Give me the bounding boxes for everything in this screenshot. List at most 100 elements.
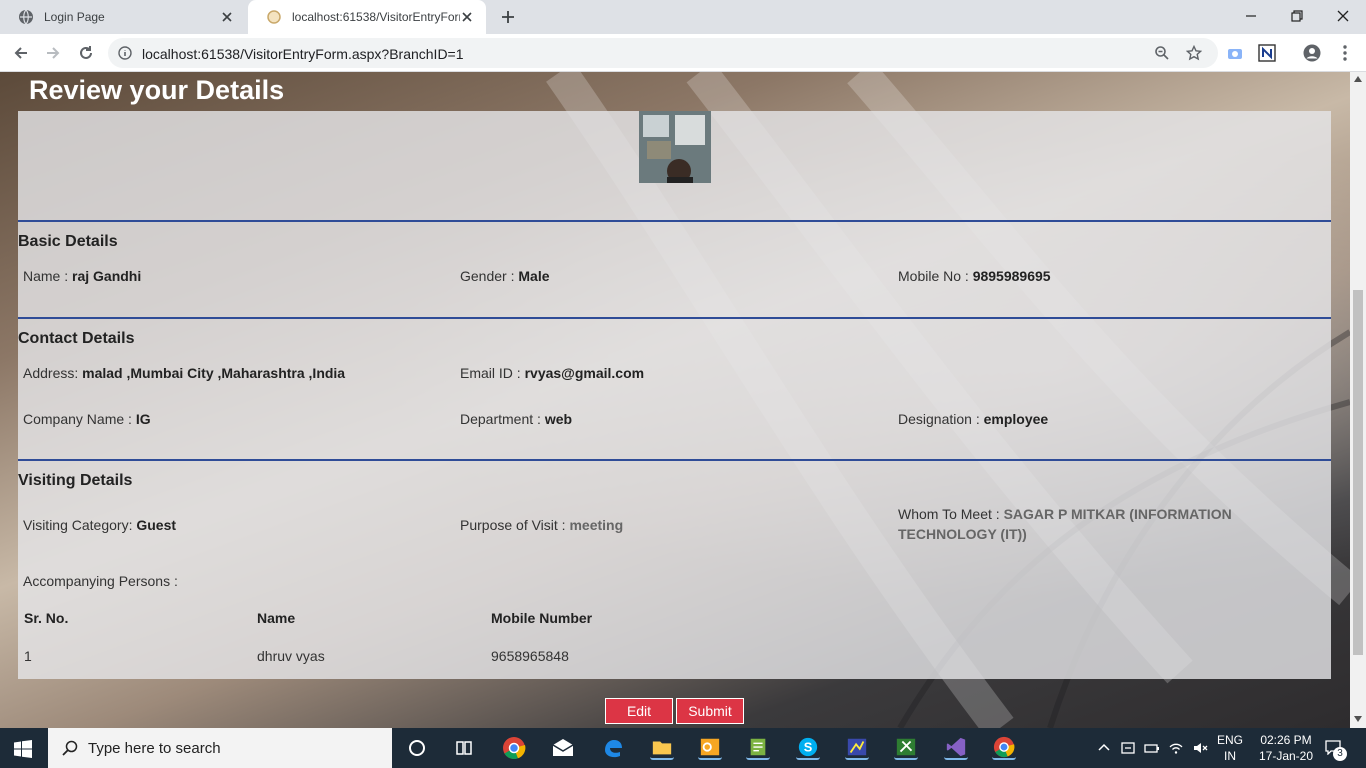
page-viewport: Review your Details Basic Details Name :… bbox=[0, 72, 1350, 728]
forward-icon[interactable] bbox=[44, 44, 62, 62]
page-scrollbar[interactable] bbox=[1350, 72, 1366, 728]
svg-text:S: S bbox=[804, 740, 813, 755]
name-value: raj Gandhi bbox=[72, 268, 142, 284]
visitor-photo-image bbox=[639, 111, 711, 183]
minimize-icon[interactable] bbox=[1243, 8, 1259, 24]
table-cell-name: dhruv vyas bbox=[257, 648, 325, 664]
new-tab-icon[interactable] bbox=[500, 9, 516, 25]
tab-visitor-entry-form[interactable]: localhost:61538/VisitorEntryForm bbox=[248, 0, 486, 34]
section-divider bbox=[18, 317, 1331, 319]
back-icon[interactable] bbox=[12, 44, 30, 62]
speaker-muted-icon[interactable] bbox=[1192, 740, 1208, 756]
paint-icon[interactable] bbox=[845, 736, 869, 760]
taskbar-search[interactable]: Type here to search bbox=[48, 728, 392, 768]
tab-login-page[interactable]: Login Page bbox=[0, 0, 246, 34]
address-bar[interactable]: localhost:61538/VisitorEntryForm.aspx?Br… bbox=[108, 38, 1218, 68]
designation-value: employee bbox=[983, 411, 1049, 427]
clock-time: 02:26 PM bbox=[1260, 733, 1312, 747]
close-window-icon[interactable] bbox=[1335, 8, 1351, 24]
gender-value: Male bbox=[518, 268, 550, 284]
email-label: Email ID : bbox=[460, 365, 525, 381]
department-field: Department : web bbox=[460, 411, 572, 427]
scroll-up-arrow-icon[interactable] bbox=[1354, 76, 1362, 82]
company-value: IG bbox=[135, 411, 151, 427]
mobile-value: 9895989695 bbox=[972, 268, 1051, 284]
designation-field: Designation : employee bbox=[898, 411, 1048, 427]
tab-title: localhost:61538/VisitorEntryForm bbox=[292, 10, 460, 24]
address-label: Address: bbox=[23, 365, 83, 381]
purpose-label: Purpose of Visit : bbox=[460, 517, 570, 533]
address-value: malad ,Mumbai City ,Maharashtra ,India bbox=[82, 365, 346, 381]
clock-date: 17-Jan-20 bbox=[1258, 749, 1314, 763]
bookmark-star-icon[interactable] bbox=[1186, 45, 1202, 61]
language-code: ENG bbox=[1216, 733, 1243, 747]
restore-icon[interactable] bbox=[1289, 8, 1305, 24]
notifications-count-badge: 3 bbox=[1333, 747, 1347, 761]
extension-n-icon[interactable] bbox=[1258, 44, 1276, 62]
email-value: rvyas@gmail.com bbox=[524, 365, 645, 381]
windows-start-icon[interactable] bbox=[14, 740, 32, 758]
edge-icon[interactable] bbox=[601, 736, 625, 760]
visiting-category-field: Visiting Category: Guest bbox=[23, 517, 176, 533]
notepad-icon[interactable] bbox=[746, 736, 770, 760]
purpose-value: meeting bbox=[569, 517, 624, 533]
col-header-name: Name bbox=[257, 610, 296, 626]
visiting-details-heading: Visiting Details bbox=[18, 472, 133, 489]
cortana-icon[interactable] bbox=[405, 736, 429, 760]
file-explorer-icon[interactable] bbox=[650, 736, 674, 760]
browser-toolbar: localhost:61538/VisitorEntryForm.aspx?Br… bbox=[0, 34, 1366, 72]
language-indicator[interactable]: ENG IN bbox=[1212, 732, 1248, 764]
department-label: Department : bbox=[460, 411, 545, 427]
search-icon bbox=[62, 740, 78, 756]
search-placeholder: Type here to search bbox=[88, 740, 221, 757]
visiting-category-value: Guest bbox=[136, 517, 177, 533]
basic-details-heading: Basic Details bbox=[18, 233, 118, 250]
loading-favicon-icon bbox=[267, 10, 281, 24]
reload-icon[interactable] bbox=[77, 44, 95, 62]
battery-icon[interactable] bbox=[1144, 740, 1160, 756]
security-center-icon[interactable] bbox=[1120, 740, 1136, 756]
clock[interactable]: 02:26 PM 17-Jan-20 bbox=[1254, 732, 1318, 764]
name-label: Name : bbox=[23, 268, 73, 284]
visual-studio-icon[interactable] bbox=[944, 736, 968, 760]
scrollbar-thumb[interactable] bbox=[1353, 290, 1363, 655]
whom-to-meet-label: Whom To Meet : bbox=[898, 506, 1004, 522]
department-value: web bbox=[544, 411, 573, 427]
profile-icon[interactable] bbox=[1303, 44, 1321, 62]
purpose-field: Purpose of Visit : meeting bbox=[460, 517, 623, 533]
globe-icon bbox=[19, 9, 33, 25]
edit-button[interactable]: Edit bbox=[605, 698, 673, 724]
outlook-icon[interactable] bbox=[698, 736, 722, 760]
skype-icon[interactable]: S bbox=[796, 736, 820, 760]
chrome-active-icon[interactable] bbox=[992, 736, 1016, 760]
language-region: IN bbox=[1224, 749, 1236, 763]
wifi-icon[interactable] bbox=[1168, 740, 1184, 756]
contact-details-heading: Contact Details bbox=[18, 330, 135, 347]
whom-to-meet-field: Whom To Meet : SAGAR P MITKAR (INFORMATI… bbox=[898, 504, 1328, 544]
page-title: Review your Details bbox=[29, 75, 285, 105]
visitor-photo bbox=[639, 111, 711, 183]
review-details-panel: Basic Details Name : raj Gandhi Gender :… bbox=[18, 111, 1331, 679]
designation-label: Designation : bbox=[898, 411, 984, 427]
tools-icon[interactable] bbox=[894, 736, 918, 760]
menu-dots-icon[interactable] bbox=[1336, 44, 1354, 62]
col-header-mobile: Mobile Number bbox=[491, 610, 593, 626]
zoom-icon[interactable] bbox=[1154, 45, 1170, 61]
mail-icon[interactable] bbox=[551, 736, 575, 760]
visiting-category-label: Visiting Category: bbox=[23, 517, 137, 533]
name-field: Name : raj Gandhi bbox=[23, 268, 141, 284]
submit-button[interactable]: Submit bbox=[676, 698, 744, 724]
url-text: localhost:61538/VisitorEntryForm.aspx?Br… bbox=[142, 46, 464, 62]
section-divider bbox=[18, 220, 1331, 222]
company-label: Company Name : bbox=[23, 411, 136, 427]
chevron-up-icon[interactable] bbox=[1096, 740, 1112, 756]
scroll-down-arrow-icon[interactable] bbox=[1354, 716, 1362, 722]
camera-extension-icon[interactable] bbox=[1226, 44, 1244, 62]
section-divider bbox=[18, 459, 1331, 461]
info-icon[interactable] bbox=[118, 46, 132, 60]
close-tab-icon[interactable] bbox=[460, 10, 474, 24]
close-tab-icon[interactable] bbox=[220, 10, 234, 24]
task-view-icon[interactable] bbox=[452, 736, 476, 760]
company-field: Company Name : IG bbox=[23, 411, 151, 427]
chrome-icon[interactable] bbox=[502, 736, 526, 760]
